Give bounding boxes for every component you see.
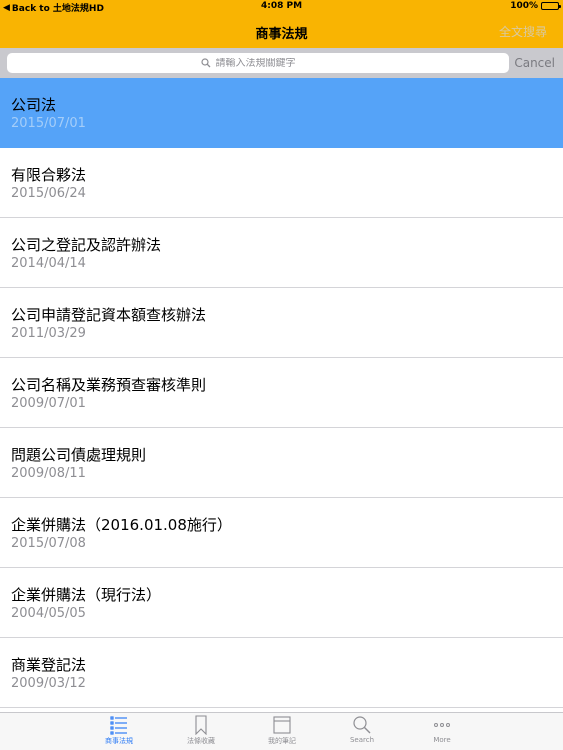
tab-bar: 商事法規 法條收藏 我的筆記 Search More — [0, 712, 563, 750]
law-list-item[interactable]: 問題公司債處理規則 2009/08/11 — [0, 428, 563, 498]
status-time: 4:08 PM — [260, 1, 303, 11]
search-icon — [332, 715, 392, 735]
notebook-icon — [252, 715, 312, 735]
law-list-item[interactable]: 公司申請登記資本額查核辦法 2011/03/29 — [0, 288, 563, 358]
full-text-search-button[interactable]: 全文搜尋 — [499, 23, 547, 40]
law-date: 2011/03/29 — [11, 326, 86, 341]
tab-more[interactable]: More — [412, 715, 472, 744]
law-title: 企業併購法（2016.01.08施行） — [11, 516, 232, 534]
law-date: 2004/05/05 — [11, 606, 86, 621]
law-title: 商業登記法 — [11, 656, 87, 674]
page-title: 商事法規 — [255, 27, 308, 42]
law-date: 2009/08/11 — [11, 466, 86, 481]
tab-label: 商事法規 — [105, 737, 133, 745]
tab-favorites[interactable]: 法條收藏 — [171, 715, 231, 746]
tab-notes[interactable]: 我的筆記 — [252, 715, 312, 746]
more-icon — [412, 715, 472, 735]
law-date: 2014/04/14 — [11, 256, 86, 271]
bookmark-icon — [171, 715, 231, 735]
law-list-item[interactable]: 公司名稱及業務預查審核準則 2009/07/01 — [0, 358, 563, 428]
law-list-item[interactable]: 公司法 2015/07/01 — [0, 78, 563, 148]
law-title: 有限合夥法 — [11, 166, 87, 184]
law-title: 企業併購法（現行法） — [11, 586, 162, 604]
tab-label: Search — [349, 736, 375, 744]
law-date: 2015/06/24 — [11, 186, 86, 201]
status-bar: ◀ Back to 土地法規HD 4:08 PM 100% — [0, 0, 563, 14]
navigation-bar: 商事法規 全文搜尋 — [0, 14, 563, 48]
law-list-item[interactable]: 企業併購法（2016.01.08施行） 2015/07/08 — [0, 498, 563, 568]
tab-label: 我的筆記 — [268, 737, 296, 745]
battery-icon — [541, 2, 561, 10]
cancel-button[interactable]: Cancel — [514, 56, 555, 70]
law-title: 公司法 — [11, 96, 57, 114]
law-date: 2009/07/01 — [11, 396, 86, 411]
law-date: 2015/07/08 — [11, 536, 86, 551]
battery-indicator: 100% — [510, 1, 561, 11]
law-list-item[interactable]: 企業併購法（現行法） 2004/05/05 — [0, 568, 563, 638]
law-title: 公司之登記及認許辦法 — [11, 236, 162, 254]
tab-laws[interactable]: 商事法規 — [89, 715, 149, 746]
law-list-item[interactable]: 商業登記法 2009/03/12 — [0, 638, 563, 708]
search-bar: Cancel — [0, 48, 563, 78]
law-date: 2009/03/12 — [11, 676, 86, 691]
list-icon — [89, 715, 149, 735]
tab-label: 法條收藏 — [187, 737, 215, 745]
tab-search[interactable]: Search — [332, 715, 392, 744]
law-title: 公司申請登記資本額查核辦法 — [11, 306, 207, 324]
law-list-item[interactable]: 有限合夥法 2015/06/24 — [0, 148, 563, 218]
battery-percent: 100% — [510, 1, 538, 11]
law-title: 問題公司債處理規則 — [11, 446, 147, 464]
search-field[interactable] — [7, 53, 509, 73]
law-list: 公司法 2015/07/01 有限合夥法 2015/06/24 公司之登記及認許辦法 20… — [0, 78, 563, 708]
search-icon — [200, 58, 210, 68]
law-title: 公司名稱及業務預查審核準則 — [11, 376, 207, 394]
search-input[interactable] — [215, 57, 316, 69]
tab-label: More — [433, 736, 451, 744]
law-date: 2015/07/01 — [11, 116, 86, 131]
law-list-item[interactable]: 公司之登記及認許辦法 2014/04/14 — [0, 218, 563, 288]
